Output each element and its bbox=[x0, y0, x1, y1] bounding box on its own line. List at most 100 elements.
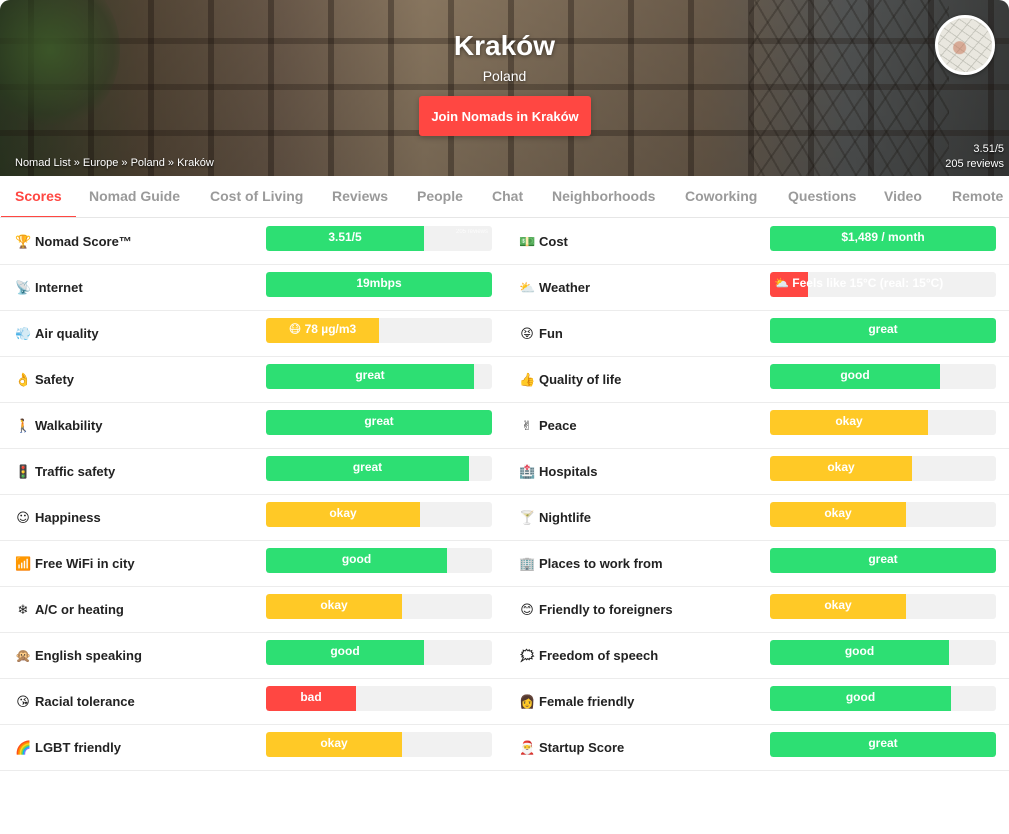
score-label-text: Weather bbox=[539, 280, 591, 295]
score-label: 👩 Female friendly bbox=[519, 694, 634, 711]
breadcrumb-item[interactable]: Nomad List bbox=[15, 157, 71, 169]
join-nomads-button[interactable]: Join Nomads in Kraków bbox=[419, 96, 591, 136]
score-label-text: Walkability bbox=[35, 418, 103, 433]
kiss-face-icon: 😘 bbox=[16, 695, 30, 710]
score-label: 💨 Air quality bbox=[15, 326, 99, 343]
person-walking-icon: 🚶 bbox=[15, 419, 32, 434]
score-label-text: Fun bbox=[539, 326, 563, 341]
snowflake-icon: ❄ bbox=[17, 603, 29, 618]
score-bar[interactable]: okay bbox=[770, 456, 996, 481]
office-building-icon: 🏢 bbox=[519, 557, 536, 572]
score-bar[interactable]: good bbox=[266, 640, 492, 665]
tab-remote[interactable]: Remote bbox=[952, 176, 1003, 217]
score-label: 😝 Fun bbox=[519, 326, 563, 343]
score-value: 😷 78 µg/m3 bbox=[288, 322, 357, 336]
tab-coworking[interactable]: Coworking bbox=[685, 176, 757, 217]
score-bar[interactable]: great bbox=[770, 548, 996, 573]
score-bar[interactable]: okay bbox=[266, 502, 492, 527]
score-label-text: A/C or heating bbox=[35, 602, 124, 617]
city-hero: Kraków Poland Join Nomads in Kraków Noma… bbox=[0, 0, 1009, 176]
section-tabs: Scores Nomad Guide Cost of Living Review… bbox=[0, 176, 1009, 218]
score-row: 🙊 English speaking good 🗯 Freedom of speech g… bbox=[0, 633, 1009, 679]
smile-icon: ☺ bbox=[16, 511, 30, 526]
score-cell-left: 🏆 Nomad Score™ 3.51/5 205 reviews bbox=[0, 219, 504, 265]
breadcrumb-item[interactable]: Europe bbox=[83, 157, 118, 169]
breadcrumb-item[interactable]: Poland bbox=[131, 157, 165, 169]
tab-scores[interactable]: Scores bbox=[1, 176, 76, 217]
score-bar[interactable]: great bbox=[266, 456, 492, 481]
score-row: 👌 Safety great 👍 Quality of life good bbox=[0, 357, 1009, 403]
tab-neighborhoods[interactable]: Neighborhoods bbox=[552, 176, 655, 217]
score-value: great bbox=[868, 736, 898, 750]
tab-questions[interactable]: Questions bbox=[788, 176, 856, 217]
score-label: 🏥 Hospitals bbox=[519, 464, 598, 481]
score-label: 🚶 Walkability bbox=[15, 418, 102, 435]
score-label-text: Nomad Score™ bbox=[35, 234, 132, 249]
breadcrumb-item[interactable]: Kraków bbox=[177, 157, 214, 169]
score-cell-right: 💵 Cost $1,489 / month bbox=[504, 219, 1009, 265]
city-map-thumbnail[interactable] bbox=[935, 15, 995, 75]
score-bar[interactable]: ⛅ Feels like 15°C (real: 15°C) bbox=[770, 272, 996, 297]
score-cell-right: 👩 Female friendly good bbox=[504, 679, 1009, 725]
score-cell-right: 🍸 Nightlife okay bbox=[504, 495, 1009, 541]
score-cell-left: 📶 Free WiFi in city good bbox=[0, 541, 504, 587]
score-bar[interactable]: bad bbox=[266, 686, 492, 711]
score-label-text: Freedom of speech bbox=[539, 648, 659, 663]
score-label-text: Hospitals bbox=[539, 464, 598, 479]
score-value: great bbox=[355, 368, 385, 382]
score-bar[interactable]: great bbox=[770, 318, 996, 343]
score-bar[interactable]: great bbox=[266, 364, 492, 389]
review-count[interactable]: 205 reviews bbox=[945, 157, 1004, 172]
score-label-text: Quality of life bbox=[539, 372, 622, 387]
tab-cost-of-living[interactable]: Cost of Living bbox=[210, 176, 303, 217]
score-bar[interactable]: great bbox=[770, 732, 996, 757]
score-bar[interactable]: good bbox=[770, 686, 996, 711]
score-bar[interactable]: okay bbox=[266, 732, 492, 757]
score-label: 🌈 LGBT friendly bbox=[15, 740, 121, 757]
score-value: okay bbox=[824, 598, 852, 612]
score-bar[interactable]: good bbox=[770, 640, 996, 665]
score-value: great bbox=[364, 414, 394, 428]
tab-reviews[interactable]: Reviews bbox=[332, 176, 388, 217]
score-bar[interactable]: okay bbox=[770, 410, 996, 435]
score-bar[interactable]: 3.51/5 205 reviews bbox=[266, 226, 492, 251]
score-bar[interactable]: 😷 78 µg/m3 bbox=[266, 318, 492, 343]
tab-video[interactable]: Video bbox=[884, 176, 922, 217]
score-label: ⛅ Weather bbox=[519, 280, 590, 297]
score-label-text: Female friendly bbox=[539, 694, 635, 709]
score-bar[interactable]: okay bbox=[770, 502, 996, 527]
rainbow-icon: 🌈 bbox=[15, 741, 32, 756]
tab-nomad-guide[interactable]: Nomad Guide bbox=[89, 176, 180, 217]
score-bar[interactable]: 19mbps bbox=[266, 272, 492, 297]
score-value: bad bbox=[300, 690, 322, 704]
score-label-text: Safety bbox=[35, 372, 75, 387]
score-cell-right: 😝 Fun great bbox=[504, 311, 1009, 357]
breadcrumb: Nomad List » Europe » Poland » Kraków bbox=[15, 157, 214, 169]
score-label: 🚦 Traffic safety bbox=[15, 464, 115, 481]
score-bar[interactable]: great bbox=[266, 410, 492, 435]
score-value: great bbox=[868, 322, 898, 336]
score-label: 🍸 Nightlife bbox=[519, 510, 591, 527]
score-row: 🌈 LGBT friendly okay 🎅 Startup Score great bbox=[0, 725, 1009, 771]
score-bar[interactable]: okay bbox=[770, 594, 996, 619]
tab-chat[interactable]: Chat bbox=[492, 176, 523, 217]
score-bar[interactable]: good bbox=[266, 548, 492, 573]
score-label-text: Racial tolerance bbox=[35, 694, 135, 709]
score-bar[interactable]: okay bbox=[266, 594, 492, 619]
score-value: okay bbox=[827, 460, 855, 474]
tab-people[interactable]: People bbox=[417, 176, 463, 217]
score-label: 🗯 Freedom of speech bbox=[519, 648, 658, 665]
score-value: good bbox=[341, 552, 372, 566]
wifi-signal-icon: 📶 bbox=[15, 557, 32, 572]
score-value: great bbox=[868, 552, 898, 566]
score-label: 📡 Internet bbox=[15, 280, 83, 297]
score-bar[interactable]: $1,489 / month bbox=[770, 226, 996, 251]
score-value: okay bbox=[824, 506, 852, 520]
score-label: 😘 Racial tolerance bbox=[15, 694, 135, 711]
score-label: 👍 Quality of life bbox=[519, 372, 621, 389]
score-cell-left: 😘 Racial tolerance bad bbox=[0, 679, 504, 725]
score-cell-left: 👌 Safety great bbox=[0, 357, 504, 403]
playful-face-icon: 😝 bbox=[520, 327, 534, 342]
score-bar[interactable]: good bbox=[770, 364, 996, 389]
score-label-text: Friendly to foreigners bbox=[539, 602, 673, 617]
